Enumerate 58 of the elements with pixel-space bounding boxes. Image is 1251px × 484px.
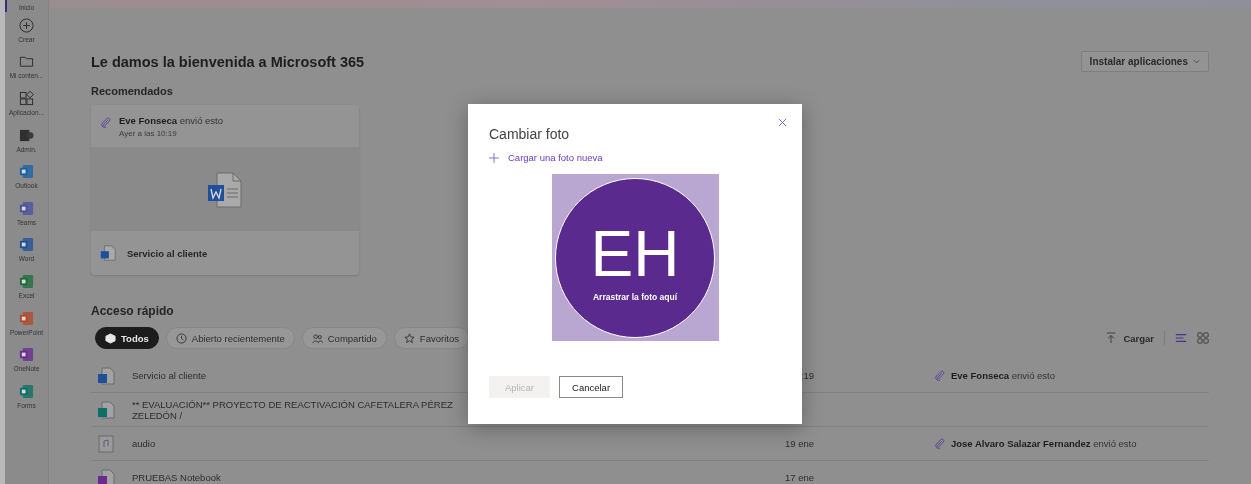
close-icon[interactable] <box>778 118 787 127</box>
file-name: Servicio al cliente <box>127 247 208 259</box>
document-icon <box>205 169 245 209</box>
upload-photo-link[interactable]: Cargar una foto nueva <box>489 152 781 163</box>
file-name[interactable]: PRUEBAS Notebook <box>132 472 462 483</box>
paperclip-icon <box>934 438 945 449</box>
install-apps-button[interactable]: Instalar aplicaciones <box>1080 51 1209 72</box>
file-name[interactable]: Servicio al cliente <box>132 370 462 381</box>
drop-hint: Arrastrar la foto aquí <box>592 291 678 302</box>
file-date: 17 ene <box>784 472 814 483</box>
file-date: 19 ene <box>784 438 814 449</box>
upload-icon <box>1106 332 1117 344</box>
plus-circle-icon[interactable] <box>19 17 34 33</box>
admin-app-icon[interactable] <box>19 127 34 143</box>
paperclip-icon <box>100 117 111 128</box>
dialog-button[interactable]: Cancelar <box>559 376 624 398</box>
activity-text: Jose Alvaro Salazar Fernandez envió esto <box>951 438 1137 449</box>
activity-text: Eve Fonseca envió esto <box>951 370 1056 381</box>
outlook-app-icon[interactable] <box>19 164 34 180</box>
chevron-down-icon <box>1193 59 1200 64</box>
filter-chip[interactable]: Abierto recientemente <box>165 327 295 349</box>
apps-icon[interactable] <box>19 91 34 106</box>
document-icon <box>96 365 116 386</box>
upload-button[interactable]: Cargar <box>1106 332 1154 344</box>
document-icon <box>96 467 116 484</box>
recommended-card[interactable]: Eve Fonseca envió esto Ayer a las 10:19 Servicio al cliente <box>91 105 359 275</box>
teams-app-icon[interactable] <box>19 200 34 216</box>
plus-icon <box>489 152 499 163</box>
folder-icon[interactable] <box>19 54 34 70</box>
cube-icon <box>105 332 116 344</box>
document-icon <box>96 399 116 420</box>
filter-chip[interactable]: Favoritos <box>393 327 469 349</box>
avatar-initials: EH <box>590 221 680 286</box>
file-name[interactable]: ** EVALUACIÓN** PROYECTO DE REACTIVACIÓN CAFETALERA PÉREZ ZELEDÓN / <box>132 398 462 421</box>
page-title: Le damos la bienvenida a Microsoft 365 <box>91 53 365 70</box>
filter-chip[interactable]: Compartido <box>301 327 387 349</box>
excel-app-icon[interactable] <box>19 273 34 289</box>
people-icon <box>311 332 323 344</box>
dialog-title: Cambiar foto <box>489 126 570 142</box>
document-icon <box>99 244 117 262</box>
photo-drop-area[interactable]: EH Arrastrar la foto aquí <box>551 174 719 341</box>
word-app-icon[interactable] <box>19 237 34 253</box>
section-heading: Acceso rápido <box>91 304 175 318</box>
file-date: :19 <box>800 370 814 381</box>
star-icon <box>403 332 415 344</box>
paperclip-icon <box>934 370 945 381</box>
filter-chip[interactable]: Todos <box>95 327 159 349</box>
section-heading: Recomendados <box>91 85 174 97</box>
powerpoint-app-icon[interactable] <box>19 310 34 326</box>
audio-file-icon <box>96 433 116 454</box>
activity-text: Eve Fonseca envió esto <box>119 115 224 126</box>
grid-view-icon[interactable] <box>1197 332 1209 344</box>
file-name[interactable]: audio <box>132 438 462 449</box>
list-view-icon[interactable] <box>1175 332 1187 344</box>
activity-time: Ayer a las 10:19 <box>119 129 178 138</box>
clock-icon <box>175 332 187 344</box>
onenote-app-icon[interactable] <box>19 347 34 363</box>
forms-app-icon[interactable] <box>19 383 34 399</box>
